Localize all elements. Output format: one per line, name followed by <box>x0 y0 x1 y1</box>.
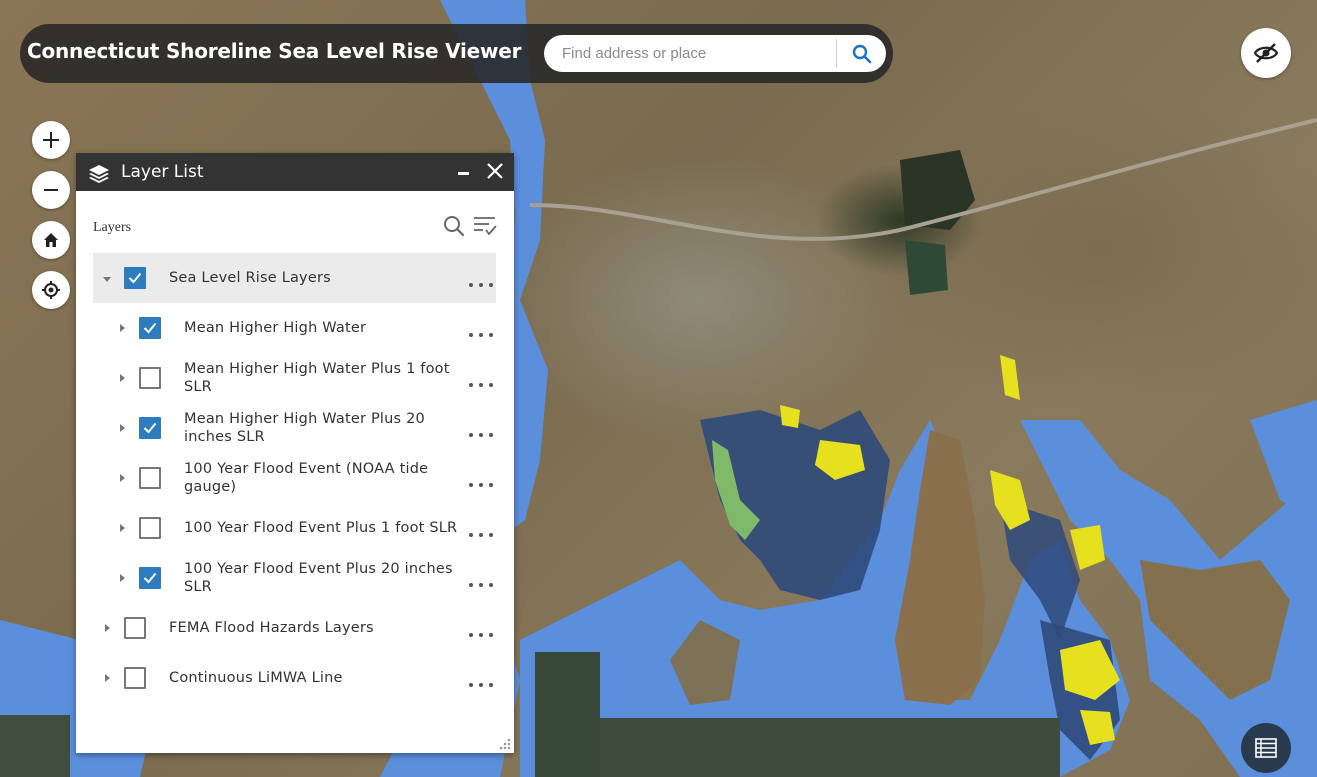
layer-label: 100 Year Flood Event Plus 20 inches SLR <box>184 561 453 595</box>
checkmark-icon <box>128 272 142 284</box>
more-dots-icon[interactable] <box>469 281 493 289</box>
expand-arrow-icon[interactable] <box>105 674 110 682</box>
pond <box>905 240 948 295</box>
locate-button[interactable] <box>32 271 70 309</box>
layer-checkbox[interactable] <box>139 467 161 489</box>
search-icon[interactable] <box>443 215 465 237</box>
app-header: Connecticut Shoreline Sea Level Rise Vie… <box>20 24 893 83</box>
filter-list-icon[interactable] <box>473 215 497 237</box>
more-dots-icon[interactable] <box>469 531 493 539</box>
layers-icon <box>89 165 109 183</box>
flood-zone-yellow-6 <box>780 405 800 428</box>
collapse-arrow-icon[interactable] <box>103 277 111 282</box>
layer-checkbox[interactable] <box>124 617 146 639</box>
layer-group-fema-flood-hazards[interactable]: FEMA Flood Hazards Layers <box>93 603 496 653</box>
layer-checkbox[interactable] <box>139 517 161 539</box>
flood-zone-yellow-2 <box>990 470 1030 530</box>
more-dots-icon[interactable] <box>469 381 493 389</box>
layer-continuous-limwa-line[interactable]: Continuous LiMWA Line <box>93 653 496 703</box>
layer-mhhw-plus-20-inches[interactable]: Mean Higher High Water Plus 20 inches SL… <box>93 403 496 453</box>
home-icon <box>44 233 58 247</box>
layers-label: Layers <box>93 220 132 235</box>
resize-handle[interactable] <box>496 735 512 751</box>
zoom-out-button[interactable] <box>32 171 70 209</box>
panel-header[interactable]: Layer List <box>76 153 514 191</box>
close-icon <box>487 163 503 179</box>
locate-icon <box>42 281 60 299</box>
layer-group-sea-level-rise[interactable]: Sea Level Rise Layers <box>93 253 496 303</box>
image-tile-patch <box>535 652 600 777</box>
expand-arrow-icon[interactable] <box>120 324 125 332</box>
checkmark-icon <box>143 322 157 334</box>
layer-label: Mean Higher High Water Plus 1 foot SLR <box>184 361 450 395</box>
layer-100-year-flood-plus-20-inches[interactable]: 100 Year Flood Event Plus 20 inches SLR <box>93 553 496 603</box>
home-button[interactable] <box>32 221 70 259</box>
expand-arrow-icon[interactable] <box>105 624 110 632</box>
expand-arrow-icon[interactable] <box>120 524 125 532</box>
east-coast-water <box>1250 400 1317 520</box>
expand-arrow-icon[interactable] <box>120 374 125 382</box>
more-dots-icon[interactable] <box>469 581 493 589</box>
checkmark-icon <box>143 422 157 434</box>
more-dots-icon[interactable] <box>469 331 493 339</box>
reservoir <box>900 150 975 230</box>
search-input[interactable] <box>544 35 836 72</box>
search-box <box>544 35 886 72</box>
plus-icon <box>43 132 59 148</box>
more-dots-icon[interactable] <box>469 431 493 439</box>
image-tile-patch-2 <box>600 718 1060 777</box>
layer-label: 100 Year Flood Event (NOAA tide gauge) <box>184 461 429 495</box>
layer-checkbox[interactable] <box>124 267 146 289</box>
layer-mean-higher-high-water[interactable]: Mean Higher High Water <box>93 303 496 353</box>
expand-arrow-icon[interactable] <box>120 424 125 432</box>
close-button[interactable] <box>484 158 506 184</box>
toggle-visibility-button[interactable] <box>1241 28 1291 78</box>
expand-arrow-icon[interactable] <box>120 574 125 582</box>
more-dots-icon[interactable] <box>469 481 493 489</box>
layer-label: 100 Year Flood Event Plus 1 foot SLR <box>184 520 458 536</box>
image-tile-patch-3 <box>0 715 70 777</box>
flood-zone-yellow-7 <box>1000 355 1020 400</box>
minimize-button[interactable] <box>454 161 474 183</box>
table-icon <box>1255 738 1277 758</box>
layer-list-panel: Layer List Layers Sea Level Rise Layers <box>76 153 514 753</box>
layer-label: Mean Higher High Water <box>184 320 367 336</box>
layer-checkbox[interactable] <box>139 367 161 389</box>
layer-checkbox[interactable] <box>124 667 146 689</box>
layer-label: FEMA Flood Hazards Layers <box>169 620 374 636</box>
layer-100-year-flood-noaa[interactable]: 100 Year Flood Event (NOAA tide gauge) <box>93 453 496 503</box>
layer-checkbox[interactable] <box>139 317 161 339</box>
layer-label: Sea Level Rise Layers <box>169 270 331 286</box>
search-icon <box>852 44 871 63</box>
panel-title: Layer List <box>121 162 204 182</box>
flood-zone-yellow-3 <box>1070 525 1105 570</box>
more-dots-icon[interactable] <box>469 631 493 639</box>
eye-off-icon <box>1253 43 1279 63</box>
expand-arrow-icon[interactable] <box>120 474 125 482</box>
layer-100-year-flood-plus-1-foot[interactable]: 100 Year Flood Event Plus 1 foot SLR <box>93 503 496 553</box>
minus-icon <box>44 189 58 191</box>
more-dots-icon[interactable] <box>469 681 493 689</box>
attribute-table-button[interactable] <box>1241 723 1291 773</box>
layer-label: Mean Higher High Water Plus 20 inches SL… <box>184 411 425 445</box>
layer-label: Continuous LiMWA Line <box>169 670 343 686</box>
layer-mhhw-plus-1-foot[interactable]: Mean Higher High Water Plus 1 foot SLR <box>93 353 496 403</box>
layer-checkbox[interactable] <box>139 417 161 439</box>
app-title: Connecticut Shoreline Sea Level Rise Vie… <box>27 39 522 63</box>
search-button[interactable] <box>837 35 886 72</box>
checkmark-icon <box>143 572 157 584</box>
zoom-in-button[interactable] <box>32 121 70 159</box>
layer-checkbox[interactable] <box>139 567 161 589</box>
